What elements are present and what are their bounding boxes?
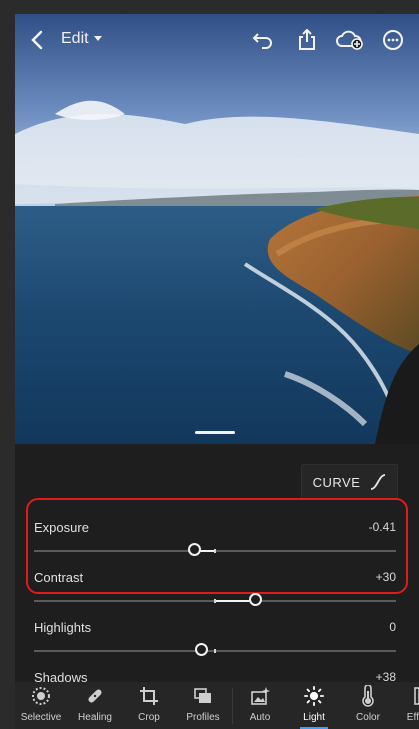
tool-label: Auto — [249, 712, 271, 723]
slider-value: -0.41 — [368, 520, 396, 534]
bandage-icon — [85, 686, 105, 706]
sun-icon — [304, 686, 324, 706]
crop-icon — [139, 686, 159, 706]
slider-thumb[interactable] — [187, 543, 201, 556]
slider-zero-mark — [214, 599, 216, 603]
highlights-slider[interactable]: Highlights 0 — [34, 620, 396, 664]
tool-label: Healing — [78, 712, 112, 723]
caret-down-icon — [93, 36, 102, 41]
tool-label: Selective — [20, 712, 62, 723]
slider-value: +30 — [375, 570, 396, 584]
auto-icon — [250, 686, 270, 706]
undo-icon[interactable] — [249, 26, 277, 54]
slider-thumb[interactable] — [195, 643, 208, 656]
top-toolbar: Edit — [15, 14, 419, 66]
slider-value: 0 — [389, 620, 396, 634]
curve-icon — [371, 474, 386, 490]
photo-preview[interactable] — [15, 14, 419, 444]
tool-auto[interactable]: Auto — [234, 682, 286, 729]
selective-icon — [31, 686, 51, 706]
cloud-add-icon[interactable] — [335, 26, 363, 54]
tool-profiles[interactable]: Profiles — [177, 682, 229, 729]
more-icon[interactable] — [379, 26, 407, 54]
effects-icon — [412, 686, 419, 706]
panel-drag-handle[interactable] — [195, 431, 235, 434]
tool-label: Effects — [406, 712, 419, 723]
app-frame: Edit CURVE Exposure -0.41 Contrast +30 H… — [15, 14, 419, 729]
tool-label: Color — [356, 712, 380, 723]
slider-label: Highlights — [34, 620, 92, 635]
slider-label: Contrast — [34, 570, 84, 585]
tool-label: Crop — [138, 712, 160, 723]
edit-menu[interactable]: Edit — [61, 30, 103, 48]
bottom-toolbar: Selective Healing Crop Profiles Auto Lig… — [15, 682, 419, 729]
slider-zero-mark — [214, 549, 216, 553]
tool-effects[interactable]: Effects — [396, 682, 419, 729]
share-icon[interactable] — [293, 26, 321, 54]
tool-selective[interactable]: Selective — [15, 682, 67, 729]
back-chevron-icon[interactable] — [25, 26, 49, 54]
tool-label: Profiles — [186, 712, 220, 723]
curve-button[interactable]: CURVE — [301, 464, 398, 500]
profiles-icon — [193, 686, 213, 706]
tool-color[interactable]: Color — [342, 682, 394, 729]
tool-light[interactable]: Light — [288, 682, 340, 729]
slider-zero-mark — [214, 649, 216, 653]
edit-label: Edit — [61, 30, 89, 47]
tool-healing[interactable]: Healing — [69, 682, 121, 729]
tool-crop[interactable]: Crop — [123, 682, 175, 729]
light-panel: CURVE Exposure -0.41 Contrast +30 Highli… — [15, 444, 419, 685]
curve-label: CURVE — [312, 474, 361, 490]
thermometer-icon — [358, 685, 378, 707]
toolbar-separator — [232, 688, 233, 724]
slider-thumb[interactable] — [249, 593, 263, 606]
exposure-slider[interactable]: Exposure -0.41 — [34, 520, 396, 564]
contrast-slider[interactable]: Contrast +30 — [34, 570, 396, 614]
tool-label: Light — [303, 712, 325, 723]
slider-label: Exposure — [34, 520, 89, 535]
